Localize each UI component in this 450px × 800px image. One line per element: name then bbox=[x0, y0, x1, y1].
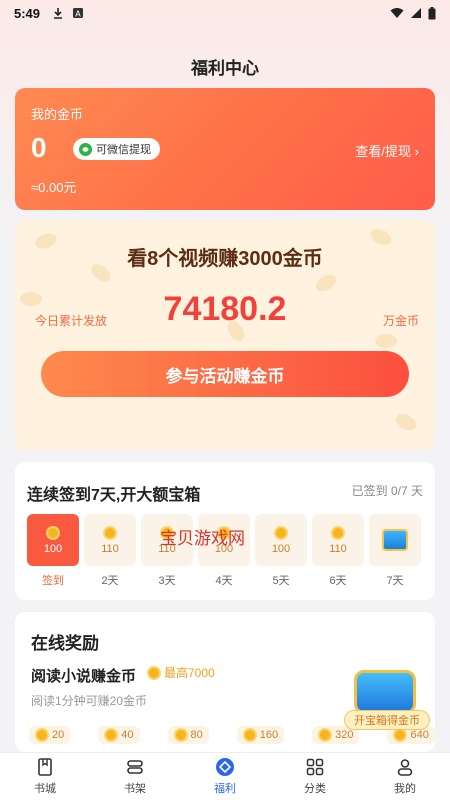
day-label: 6天 bbox=[329, 575, 347, 587]
coin-icon bbox=[274, 525, 288, 540]
tab-mine[interactable]: 我的 bbox=[360, 753, 450, 800]
signal-icon bbox=[411, 8, 421, 18]
coin-icon bbox=[331, 525, 345, 540]
treasure-chest-icon bbox=[354, 670, 416, 714]
day-value: 100 bbox=[271, 542, 291, 555]
join-activity-button[interactable]: 参与活动赚金币 bbox=[41, 351, 409, 397]
coins-label: 我的金币 bbox=[31, 107, 84, 122]
shelf-icon bbox=[127, 760, 143, 774]
open-chest-label: 开宝箱得金币 bbox=[344, 710, 430, 730]
unit-label: 万金币 bbox=[382, 314, 419, 328]
coin-icon bbox=[147, 665, 161, 680]
download-icon bbox=[54, 8, 63, 19]
read-subtitle: 阅读1分钟可赚20金币 bbox=[31, 694, 148, 708]
read-title: 阅读小说赚金币 bbox=[31, 668, 137, 685]
day-value: 110 bbox=[101, 542, 119, 555]
page-title: 福利中心 bbox=[191, 59, 259, 78]
tab-label: 书架 bbox=[124, 783, 146, 795]
tab-label: 分类 bbox=[304, 783, 326, 795]
coin-icon bbox=[35, 728, 49, 742]
day-label: 7天 bbox=[386, 575, 404, 587]
reward-step[interactable]: 40 bbox=[98, 726, 140, 744]
coin-icon bbox=[173, 728, 188, 742]
watermark-text: 宝贝游戏网 bbox=[160, 529, 245, 549]
svg-text:A: A bbox=[75, 10, 81, 19]
day-box: 100 bbox=[255, 514, 307, 566]
online-title: 在线奖励 bbox=[31, 634, 99, 653]
day-box: 110 bbox=[84, 514, 136, 566]
reward-value: 20 bbox=[52, 729, 65, 741]
tab-label: 福利 bbox=[214, 783, 236, 795]
day-label: 2天 bbox=[101, 575, 119, 587]
coin-icon bbox=[104, 728, 119, 742]
coin-icon bbox=[318, 728, 333, 742]
day-label: 4天 bbox=[215, 575, 233, 587]
max-reward: 最高7000 bbox=[147, 664, 215, 681]
tab-category[interactable]: 分类 bbox=[270, 753, 360, 800]
gift-icon bbox=[216, 758, 234, 776]
book-icon bbox=[38, 758, 52, 776]
day-box: 110 bbox=[312, 514, 364, 566]
day-box: 100 bbox=[27, 514, 79, 566]
chevron-right-icon: › bbox=[414, 144, 419, 159]
today-issued-total: 74180.2 bbox=[163, 290, 287, 328]
wechat-icon bbox=[79, 142, 92, 156]
coin-icon bbox=[393, 728, 408, 742]
battery-icon bbox=[428, 6, 436, 19]
day-value: 100 bbox=[43, 542, 63, 555]
reward-step[interactable]: 80 bbox=[167, 726, 209, 744]
signin-day[interactable]: 7天 bbox=[369, 514, 421, 588]
tab-bookstore[interactable]: 书城 bbox=[0, 753, 90, 800]
reward-value: 640 bbox=[410, 729, 429, 741]
coins-yuan-value: ≈0.00元 bbox=[31, 180, 77, 195]
wechat-withdraw-label: 可微信提现 bbox=[96, 144, 151, 156]
reward-value: 40 bbox=[121, 729, 134, 741]
tab-label: 书城 bbox=[34, 783, 56, 795]
reward-step[interactable]: 20 bbox=[29, 726, 71, 744]
user-icon bbox=[397, 759, 413, 776]
video-reward-card: 看8个视频赚3000金币 今日累计发放 74180.2 万金币 参与活动赚金币 bbox=[15, 220, 435, 450]
signin-day[interactable]: 100 签到 bbox=[27, 514, 79, 588]
day-value: 110 bbox=[329, 542, 347, 555]
my-coins-card: 我的金币 0 可微信提现 查看/提现 › ≈0.00元 bbox=[15, 88, 435, 210]
treasure-chest-icon bbox=[382, 529, 408, 551]
signin-day[interactable]: 100 5天 bbox=[255, 514, 307, 588]
reward-value: 160 bbox=[259, 729, 279, 741]
coin-icon bbox=[103, 525, 117, 540]
signin-day[interactable]: 110 6天 bbox=[312, 514, 364, 588]
coin-icon bbox=[46, 525, 60, 540]
video-title: 看8个视频赚3000金币 bbox=[127, 248, 323, 270]
status-time: 5:49 bbox=[14, 5, 41, 21]
tab-label: 我的 bbox=[394, 783, 416, 795]
view-withdraw-link[interactable]: 查看/提现 › bbox=[355, 141, 419, 160]
grid-icon bbox=[306, 758, 324, 776]
wifi-icon bbox=[390, 8, 404, 18]
coins-amount: 0 bbox=[31, 132, 47, 163]
coin-decoration bbox=[392, 410, 420, 434]
wechat-withdraw-badge[interactable]: 可微信提现 bbox=[73, 138, 160, 160]
day-label: 3天 bbox=[158, 575, 176, 587]
coin-icon bbox=[242, 728, 257, 742]
reward-value: 320 bbox=[335, 729, 354, 741]
open-chest-button[interactable]: 开宝箱得金币 bbox=[344, 670, 430, 730]
day-label: 5天 bbox=[272, 575, 290, 587]
status-right bbox=[390, 6, 436, 20]
coin-decoration bbox=[375, 334, 397, 348]
reward-value: 80 bbox=[190, 729, 203, 741]
tab-welfare[interactable]: 福利 bbox=[180, 753, 270, 800]
view-withdraw-label: 查看/提现 bbox=[355, 144, 412, 159]
status-bar: 5:49 A bbox=[0, 0, 450, 26]
app-a-icon: A bbox=[73, 8, 84, 19]
signin-day[interactable]: 110 2天 bbox=[84, 514, 136, 588]
signin-status: 已签到 0/7 天 bbox=[351, 484, 423, 498]
tab-bookshelf[interactable]: 书架 bbox=[90, 753, 180, 800]
reward-step[interactable]: 160 bbox=[236, 726, 285, 744]
signin-title: 连续签到7天,开大额宝箱 bbox=[27, 487, 201, 504]
max-reward-label: 最高7000 bbox=[164, 666, 215, 680]
day-box bbox=[369, 514, 421, 566]
bottom-tab-bar: 书城 书架 福利 分类 我的 bbox=[0, 752, 450, 800]
day-label: 签到 bbox=[42, 575, 64, 587]
